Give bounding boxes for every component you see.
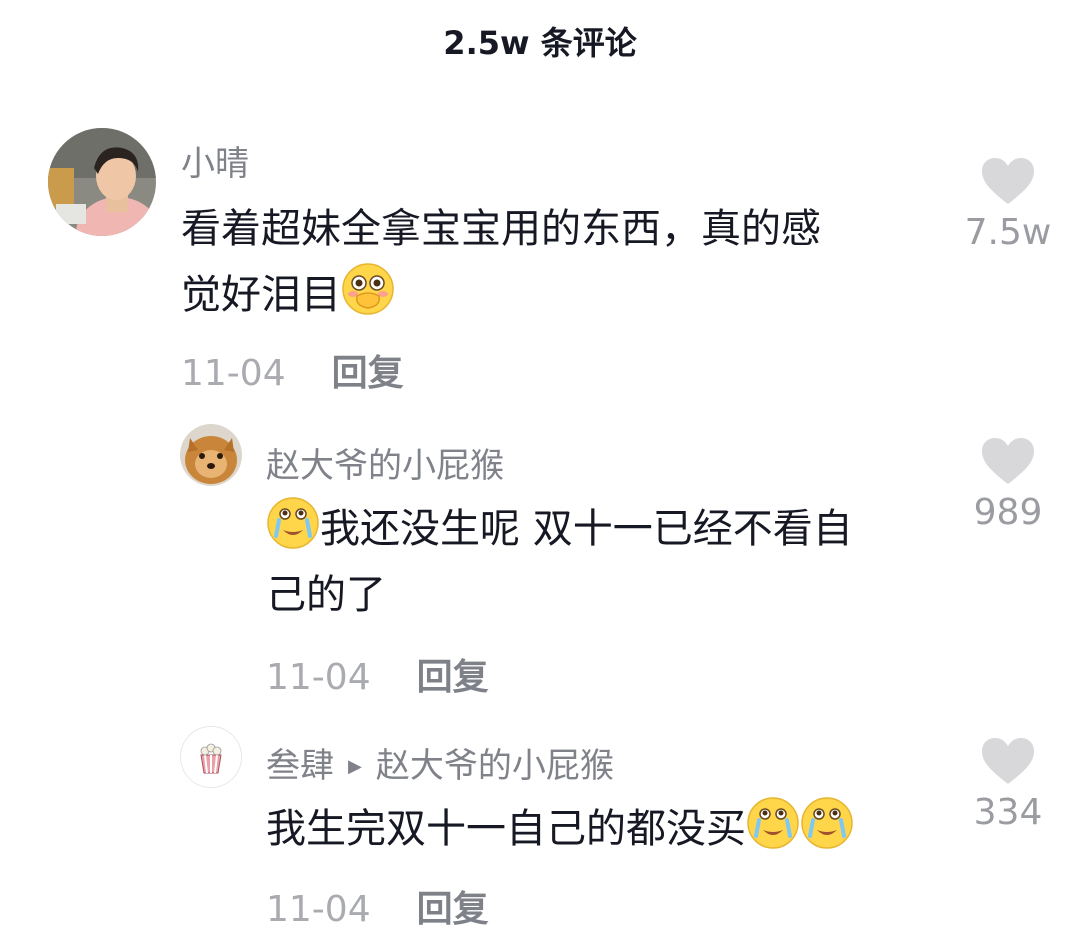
comment-text-line: 觉好泪目 xyxy=(181,272,341,318)
like-button[interactable]: 334 xyxy=(948,736,1068,833)
like-count: 989 xyxy=(973,492,1043,533)
comment-username[interactable]: 小晴 xyxy=(181,136,249,185)
reply-button[interactable]: 回复 xyxy=(417,657,489,698)
like-button[interactable]: 7.5w xyxy=(948,156,1068,253)
comment-text: 看着超妹全拿宝宝用的东西，真的感 觉好泪目 xyxy=(181,196,921,328)
teary-face-emoji-icon xyxy=(800,796,854,850)
reply-arrow-icon: ▶ xyxy=(348,756,362,777)
comment-text: 我还没生呢 双十一已经不看自 己的了 xyxy=(266,496,946,628)
comment-username[interactable]: 叁肆 xyxy=(266,746,334,786)
like-count: 7.5w xyxy=(964,212,1052,253)
comment-date: 11-04 xyxy=(266,657,371,698)
comment-text-line: 己的了 xyxy=(266,572,386,618)
covering-mouth-emoji-icon xyxy=(341,262,395,316)
avatar[interactable] xyxy=(180,726,242,788)
comment-meta: 11-04 回复 xyxy=(181,344,404,396)
comment-date: 11-04 xyxy=(266,889,371,930)
comment-username-line: 叁肆 ▶ 赵大爷的小屁猴 xyxy=(266,738,614,787)
heart-icon xyxy=(982,738,1034,784)
comment-text: 我生完双十一自己的都没买 xyxy=(266,796,946,862)
reply-button[interactable]: 回复 xyxy=(417,889,489,930)
like-button[interactable]: 989 xyxy=(948,436,1068,533)
comment-username[interactable]: 赵大爷的小屁猴 xyxy=(266,438,504,487)
comment-meta: 11-04 回复 xyxy=(266,648,489,700)
like-count: 334 xyxy=(973,792,1043,833)
teary-face-emoji-icon xyxy=(746,796,800,850)
comment-meta: 11-04 回复 xyxy=(266,880,489,932)
avatar[interactable] xyxy=(48,128,156,236)
reply-button[interactable]: 回复 xyxy=(332,353,404,394)
comment-text-line: 看着超妹全拿宝宝用的东西，真的感 xyxy=(181,206,821,252)
heart-icon xyxy=(982,158,1034,204)
teary-face-emoji-icon xyxy=(266,496,320,550)
comment-text-line: 我还没生呢 双十一已经不看自 xyxy=(320,506,853,552)
reply-to-username[interactable]: 赵大爷的小屁猴 xyxy=(376,746,614,786)
avatar[interactable] xyxy=(180,424,242,486)
comment-count-title: 2.5w 条评论 xyxy=(443,24,637,62)
heart-icon xyxy=(982,438,1034,484)
comment-text-line: 我生完双十一自己的都没买 xyxy=(266,806,746,852)
comment-date: 11-04 xyxy=(181,353,286,394)
